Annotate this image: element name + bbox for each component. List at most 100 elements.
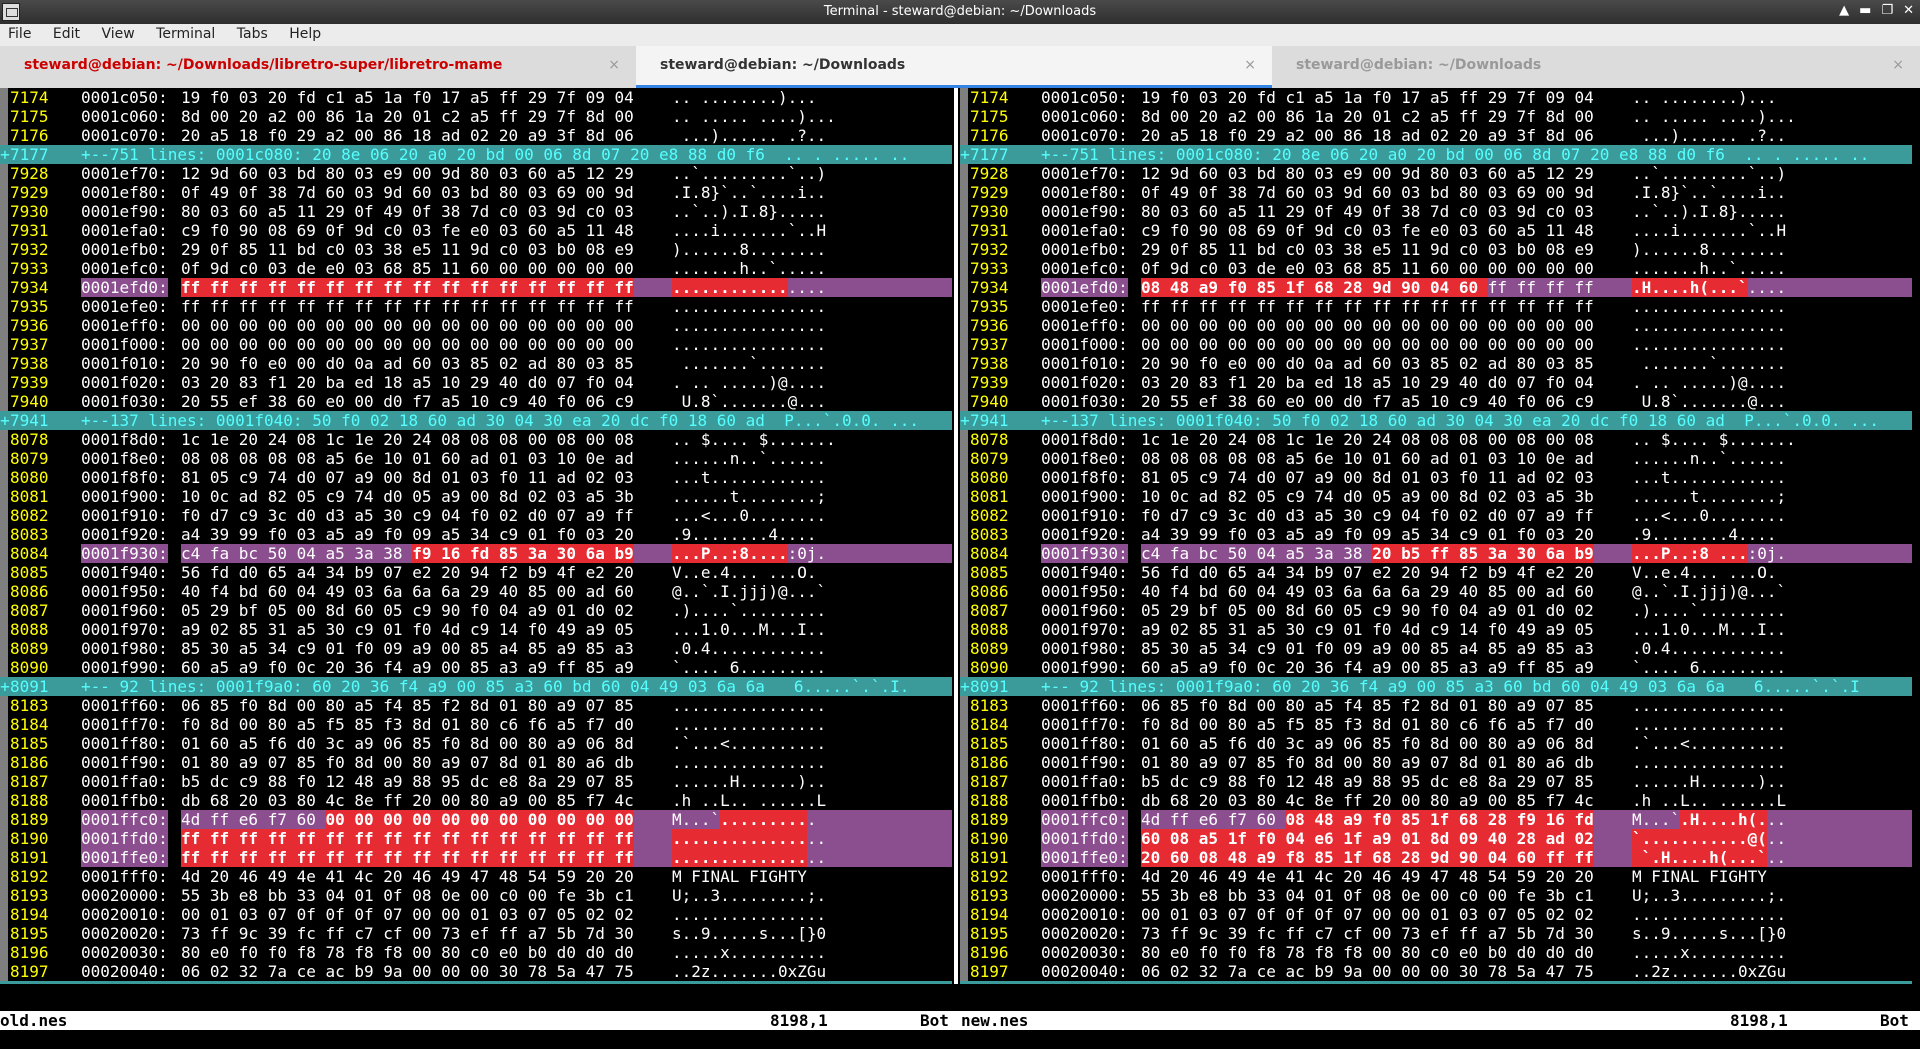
changed-line[interactable]: 8189 0001ffc0: 4d ff e6 f7 60 00 00 00 00 …	[0, 810, 952, 829]
fold-line[interactable]: +7941 +--137 lines: 0001f040: 50 f0 02 18…	[0, 411, 952, 430]
hex-line[interactable]: 7940 0001f030: 20 55 ef 38 60 e0 00 d0 f7 …	[0, 392, 952, 411]
hex-line[interactable]: 7174 0001c050: 19 f0 03 20 fd c1 a5 1a f0 …	[960, 88, 1912, 107]
terminal-area[interactable]: 7174 0001c050: 19 f0 03 20 fd c1 a5 1a f0 …	[0, 88, 1920, 1049]
maximize-button[interactable]: ❐	[1881, 3, 1893, 18]
hex-line[interactable]: 7928 0001ef70: 12 9d 60 03 bd 80 03 e9 00 …	[0, 164, 952, 183]
fold-line[interactable]: +7177 +--751 lines: 0001c080: 20 8e 06 20…	[0, 145, 952, 164]
hex-line[interactable]: 7932 0001efb0: 29 0f 85 11 bd c0 03 38 e5 …	[0, 240, 952, 259]
hex-line[interactable]: 8079 0001f8e0: 08 08 08 08 08 a5 6e 10 01 …	[960, 449, 1912, 468]
hex-line[interactable]: 8183 0001ff60: 06 85 f0 8d 00 80 a5 f4 85 …	[0, 696, 952, 715]
menu-terminal[interactable]: Terminal	[148, 24, 224, 42]
changed-line[interactable]: 8084 0001f930: c4 fa bc 50 04 a5 3a 38 f9 …	[0, 544, 952, 563]
fold-marker[interactable]: +	[960, 145, 970, 164]
hex-line[interactable]: 8083 0001f920: a4 39 99 f0 03 a5 a9 f0 09 …	[960, 525, 1912, 544]
hex-line[interactable]: 8082 0001f910: f0 d7 c9 3c d0 d3 a5 30 c9 …	[960, 506, 1912, 525]
hex-line[interactable]: 8078 0001f8d0: 1c 1e 20 24 08 1c 1e 20 24 …	[960, 430, 1912, 449]
fold-line[interactable]: +7941 +--137 lines: 0001f040: 50 f0 02 18…	[960, 411, 1912, 430]
hex-line[interactable]: 8079 0001f8e0: 08 08 08 08 08 a5 6e 10 01 …	[0, 449, 952, 468]
hex-line[interactable]: 7939 0001f020: 03 20 83 f1 20 ba ed 18 a5 …	[0, 373, 952, 392]
fold-marker[interactable]: +	[960, 981, 970, 984]
hex-line[interactable]: 8086 0001f950: 40 f4 bd 60 04 49 03 6a 6a …	[0, 582, 952, 601]
changed-line[interactable]: 8084 0001f930: c4 fa bc 50 04 a5 3a 38 20 …	[960, 544, 1912, 563]
hex-line[interactable]: 7937 0001f000: 00 00 00 00 00 00 00 00 00 …	[960, 335, 1912, 354]
hex-line[interactable]: 8197 00020040: 06 02 32 7a ce ac b9 9a 00 …	[0, 962, 952, 981]
close-window-button[interactable]: ✕	[1903, 3, 1914, 18]
fold-marker[interactable]: +	[0, 677, 10, 696]
hex-line[interactable]: 8193 00020000: 55 3b e8 bb 33 04 01 0f 08 …	[0, 886, 952, 905]
hex-line[interactable]: 8188 0001ffb0: db 68 20 03 80 4c 8e ff 20 …	[960, 791, 1912, 810]
tab-close-icon[interactable]: ×	[1892, 57, 1904, 73]
hex-line[interactable]: 8185 0001ff80: 01 60 a5 f6 d0 3c a9 06 85 …	[960, 734, 1912, 753]
fold-marker[interactable]: +	[0, 411, 10, 430]
hex-line[interactable]: 7933 0001efc0: 0f 9d c0 03 de e0 03 68 85 …	[960, 259, 1912, 278]
hex-line[interactable]: 8184 0001ff70: f0 8d 00 80 a5 f5 85 f3 8d …	[0, 715, 952, 734]
hex-line[interactable]: 7936 0001eff0: 00 00 00 00 00 00 00 00 00 …	[960, 316, 1912, 335]
tab-downloads-active[interactable]: steward@debian: ~/Downloads ×	[636, 46, 1272, 88]
hex-line[interactable]: 8090 0001f990: 60 a5 a9 f0 0c 20 36 f4 a9 …	[0, 658, 952, 677]
hex-line[interactable]: 8087 0001f960: 05 29 bf 05 00 8d 60 05 c9 …	[0, 601, 952, 620]
hex-line[interactable]: 8187 0001ffa0: b5 dc c9 88 f0 12 48 a9 88 …	[0, 772, 952, 791]
hex-line[interactable]: 7930 0001ef90: 80 03 60 a5 11 29 0f 49 0f …	[0, 202, 952, 221]
hex-line[interactable]: 8082 0001f910: f0 d7 c9 3c d0 d3 a5 30 c9 …	[0, 506, 952, 525]
hex-line[interactable]: 8090 0001f990: 60 a5 a9 f0 0c 20 36 f4 a9 …	[960, 658, 1912, 677]
hex-line[interactable]: 8192 0001fff0: 4d 20 46 49 4e 41 4c 20 46 …	[0, 867, 952, 886]
fold-line[interactable]: +8198 +--8189 lines: 00020050: 7d 65 21 0…	[0, 981, 952, 984]
menu-view[interactable]: View	[93, 24, 143, 42]
hex-line[interactable]: 8089 0001f980: 85 30 a5 34 c9 01 f0 09 a9 …	[0, 639, 952, 658]
menu-tabs[interactable]: Tabs	[229, 24, 277, 42]
changed-line[interactable]: 8190 0001ffd0: 60 08 a5 1f f0 04 e6 1f a9 …	[960, 829, 1912, 848]
hex-line[interactable]: 7176 0001c070: 20 a5 18 f0 29 a2 00 86 18 …	[960, 126, 1912, 145]
hex-line[interactable]: 8080 0001f8f0: 81 05 c9 74 d0 07 a9 00 8d …	[0, 468, 952, 487]
fold-line[interactable]: +8198 +--8189 lines: 00020050: 7d 65 21 0…	[960, 981, 1912, 984]
hex-line[interactable]: 8081 0001f900: 10 0c ad 82 05 c9 74 d0 05 …	[0, 487, 952, 506]
hex-line[interactable]: 7174 0001c050: 19 f0 03 20 fd c1 a5 1a f0 …	[0, 88, 952, 107]
hex-line[interactable]: 7938 0001f010: 20 90 f0 e0 00 d0 0a ad 60 …	[0, 354, 952, 373]
changed-line[interactable]: 8189 0001ffc0: 4d ff e6 f7 60 08 48 a9 f0 …	[960, 810, 1912, 829]
hex-line[interactable]: 8192 0001fff0: 4d 20 46 49 4e 41 4c 20 46 …	[960, 867, 1912, 886]
tab-downloads[interactable]: steward@debian: ~/Downloads ×	[1272, 46, 1920, 88]
hex-line[interactable]: 8194 00020010: 00 01 03 07 0f 0f 0f 07 00 …	[960, 905, 1912, 924]
changed-line[interactable]: 8190 0001ffd0: ff ff ff ff ff ff ff ff ff …	[0, 829, 952, 848]
hex-line[interactable]: 8185 0001ff80: 01 60 a5 f6 d0 3c a9 06 85 …	[0, 734, 952, 753]
hex-line[interactable]: 8080 0001f8f0: 81 05 c9 74 d0 07 a9 00 8d …	[960, 468, 1912, 487]
diff-pane-new[interactable]: 7174 0001c050: 19 f0 03 20 fd c1 a5 1a f0 …	[960, 88, 1912, 984]
hex-line[interactable]: 8193 00020000: 55 3b e8 bb 33 04 01 0f 08 …	[960, 886, 1912, 905]
menu-help[interactable]: Help	[281, 24, 330, 42]
hex-line[interactable]: 8196 00020030: 80 e0 f0 f0 f8 78 f8 f8 00 …	[0, 943, 952, 962]
fold-marker[interactable]: +	[960, 677, 970, 696]
hex-line[interactable]: 7929 0001ef80: 0f 49 0f 38 7d 60 03 9d 60 …	[960, 183, 1912, 202]
menu-edit[interactable]: Edit	[45, 24, 89, 42]
hex-line[interactable]: 7939 0001f020: 03 20 83 f1 20 ba ed 18 a5 …	[960, 373, 1912, 392]
hex-line[interactable]: 8186 0001ff90: 01 80 a9 07 85 f0 8d 00 80 …	[0, 753, 952, 772]
fold-line[interactable]: +7177 +--751 lines: 0001c080: 20 8e 06 20…	[960, 145, 1912, 164]
hex-line[interactable]: 8195 00020020: 73 ff 9c 39 fc ff c7 cf 00 …	[960, 924, 1912, 943]
hex-line[interactable]: 8195 00020020: 73 ff 9c 39 fc ff c7 cf 00 …	[0, 924, 952, 943]
hex-line[interactable]: 8088 0001f970: a9 02 85 31 a5 30 c9 01 f0 …	[0, 620, 952, 639]
minimize-button[interactable]: ▬	[1859, 3, 1871, 18]
fold-marker[interactable]: +	[0, 981, 10, 984]
changed-line[interactable]: 8191 0001ffe0: ff ff ff ff ff ff ff ff ff …	[0, 848, 952, 867]
fold-line[interactable]: +8091 +-- 92 lines: 0001f9a0: 60 20 36 f4…	[0, 677, 952, 696]
hex-line[interactable]: 7936 0001eff0: 00 00 00 00 00 00 00 00 00 …	[0, 316, 952, 335]
hex-line[interactable]: 7931 0001efa0: c9 f0 90 08 69 0f 9d c0 03 …	[960, 221, 1912, 240]
hex-line[interactable]: 7935 0001efe0: ff ff ff ff ff ff ff ff ff …	[0, 297, 952, 316]
hex-line[interactable]: 8078 0001f8d0: 1c 1e 20 24 08 1c 1e 20 24 …	[0, 430, 952, 449]
hex-line[interactable]: 8083 0001f920: a4 39 99 f0 03 a5 a9 f0 09 …	[0, 525, 952, 544]
hex-line[interactable]: 8196 00020030: 80 e0 f0 f0 f8 78 f8 f8 00 …	[960, 943, 1912, 962]
hex-line[interactable]: 7930 0001ef90: 80 03 60 a5 11 29 0f 49 0f …	[960, 202, 1912, 221]
hex-line[interactable]: 8088 0001f970: a9 02 85 31 a5 30 c9 01 f0 …	[960, 620, 1912, 639]
tab-libretro-mame[interactable]: steward@debian: ~/Downloads/libretro-sup…	[0, 46, 636, 88]
hex-line[interactable]: 8086 0001f950: 40 f4 bd 60 04 49 03 6a 6a …	[960, 582, 1912, 601]
vim-command-line[interactable]	[0, 1030, 1920, 1049]
hex-line[interactable]: 8184 0001ff70: f0 8d 00 80 a5 f5 85 f3 8d …	[960, 715, 1912, 734]
hex-line[interactable]: 8187 0001ffa0: b5 dc c9 88 f0 12 48 a9 88 …	[960, 772, 1912, 791]
hex-line[interactable]: 8085 0001f940: 56 fd d0 65 a4 34 b9 07 e2 …	[960, 563, 1912, 582]
fold-line[interactable]: +8091 +-- 92 lines: 0001f9a0: 60 20 36 f4…	[960, 677, 1912, 696]
fold-marker[interactable]: +	[960, 411, 970, 430]
hex-line[interactable]: 7928 0001ef70: 12 9d 60 03 bd 80 03 e9 00 …	[960, 164, 1912, 183]
fold-marker[interactable]: +	[0, 145, 10, 164]
diff-pane-old[interactable]: 7174 0001c050: 19 f0 03 20 fd c1 a5 1a f0 …	[0, 88, 952, 984]
hex-line[interactable]: 8085 0001f940: 56 fd d0 65 a4 34 b9 07 e2 …	[0, 563, 952, 582]
hex-line[interactable]: 8194 00020010: 00 01 03 07 0f 0f 0f 07 00 …	[0, 905, 952, 924]
shade-button[interactable]: ▲	[1839, 3, 1849, 18]
